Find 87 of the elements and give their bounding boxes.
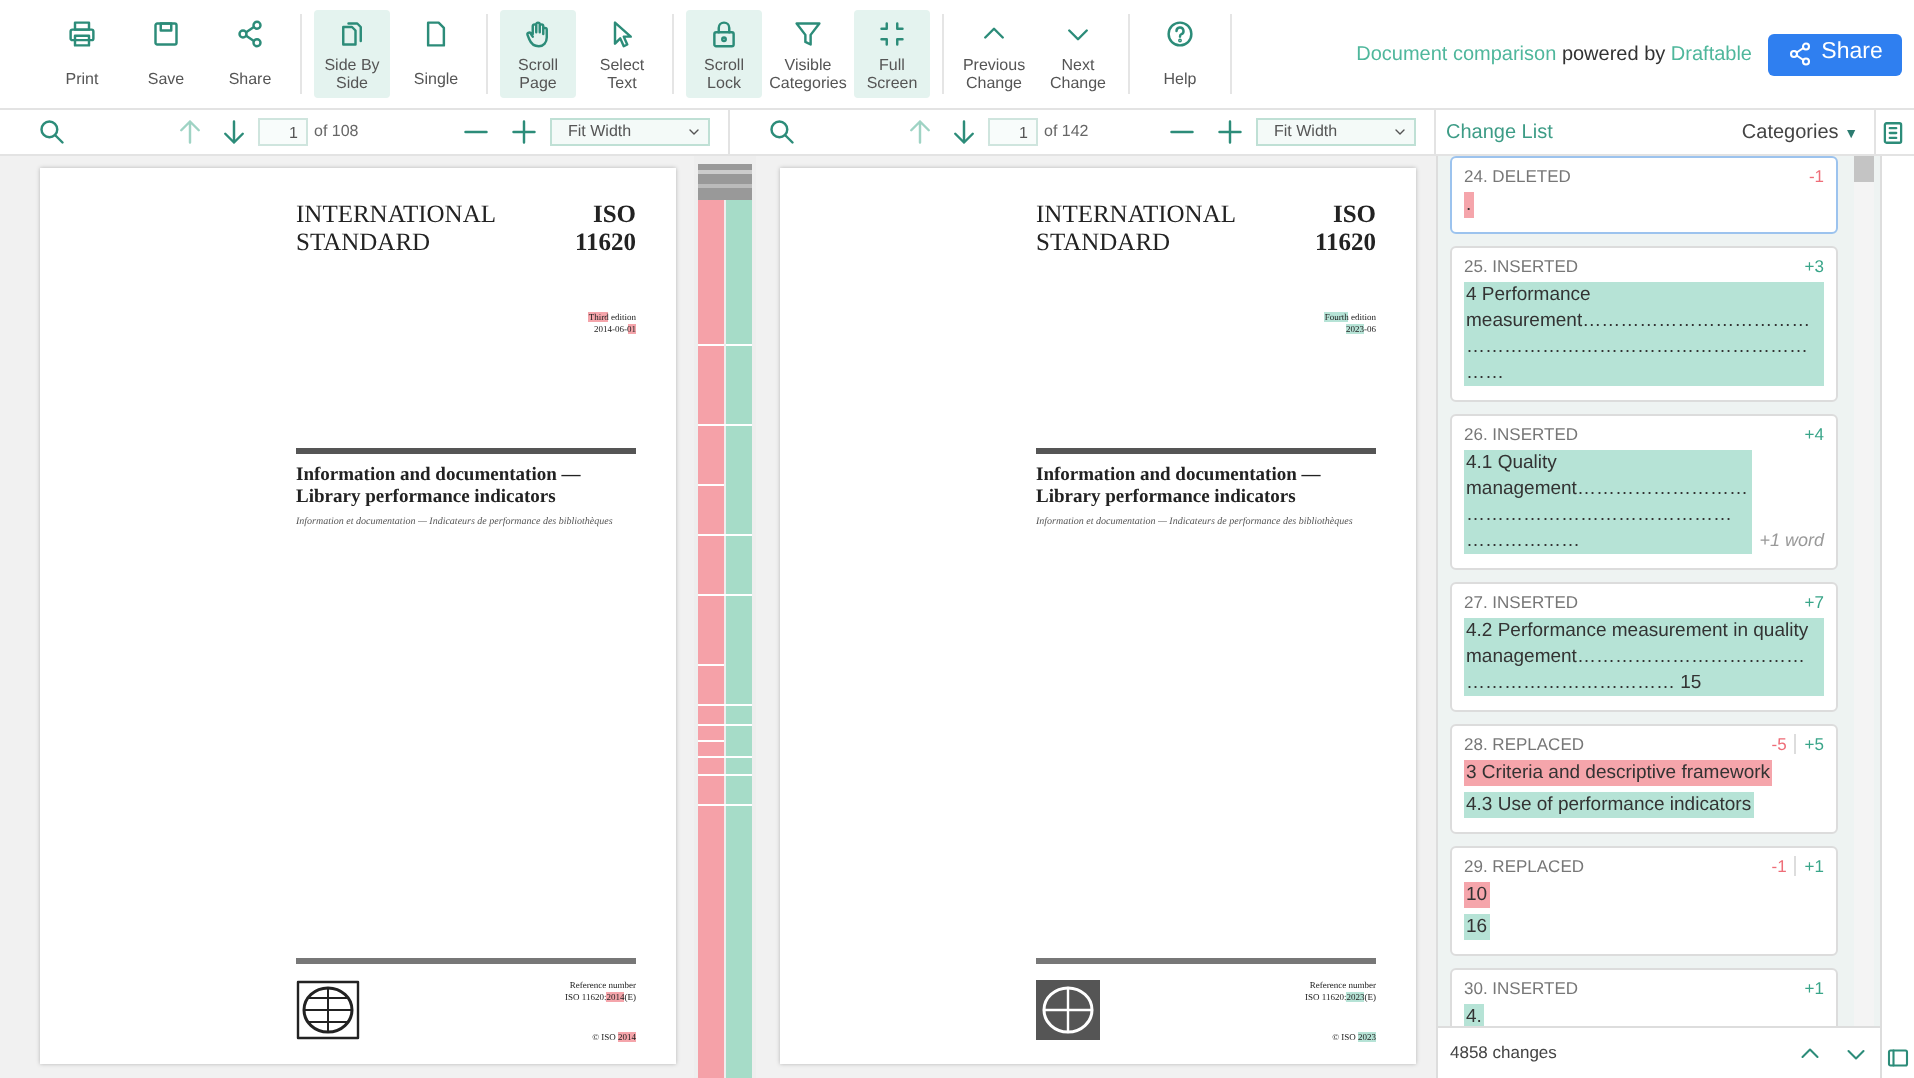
logo-icon <box>1036 980 1100 1040</box>
change-heading: 26. INSERTED <box>1464 424 1579 444</box>
document-title: Information and documentation — Library performance indicators <box>296 466 583 508</box>
page-number-field[interactable]: 1 <box>988 118 1038 146</box>
sidebar-toggle-icon[interactable] <box>1886 1046 1910 1070</box>
arrow-down-icon[interactable] <box>950 118 978 146</box>
page-count: of 142 <box>1044 120 1089 144</box>
arrow-down-icon[interactable] <box>220 118 248 146</box>
inserted-text: 4. <box>1464 1004 1484 1026</box>
inserted-count: +1 <box>1804 978 1824 998</box>
inserted-count: +7 <box>1804 592 1824 612</box>
document-icon <box>422 20 450 48</box>
document-heading: INTERNATIONAL STANDARD <box>1036 200 1236 256</box>
panel-title: Change List <box>1446 119 1553 147</box>
inserted-count: +4 <box>1804 424 1824 444</box>
inserted-count: +5 <box>1804 734 1824 754</box>
branding-text: Document comparison powered by Draftable <box>1356 41 1752 69</box>
change-card[interactable]: 29. REPLACED -1 +1 10 16 <box>1450 846 1838 956</box>
change-note: +1 word <box>1759 528 1824 554</box>
change-card[interactable]: 24. DELETED -1 . <box>1450 156 1838 234</box>
inserted-count: +1 <box>1804 856 1824 876</box>
chevron-down-icon <box>686 124 702 140</box>
chevron-down-icon <box>1392 124 1408 140</box>
standard-number: ISO 11620 <box>1314 200 1376 256</box>
share-icon <box>236 20 264 48</box>
change-card[interactable]: 27. INSERTED +7 4.2 Performance measurement in quality management…………………………………………………………… 15 <box>1450 582 1838 712</box>
change-heading: 27. INSERTED <box>1464 592 1579 612</box>
change-count: 4858 changes <box>1450 1040 1557 1066</box>
inserted-text: 4.2 Performance measurement in quality management…………………………………………………………… 15 <box>1464 618 1824 696</box>
change-heading: 24. DELETED <box>1464 166 1571 186</box>
toolbar-button[interactable]: Save <box>128 10 204 98</box>
filter-icon <box>794 20 822 48</box>
zoom-dropdown[interactable]: Fit Width <box>550 118 710 146</box>
printer-icon <box>68 20 96 48</box>
search-icon[interactable] <box>38 118 66 146</box>
change-card[interactable]: 30. INSERTED +1 4. <box>1450 968 1838 1026</box>
deleted-text: . <box>1464 192 1474 218</box>
collapse-arrows-icon <box>878 20 906 48</box>
zoom-in-icon[interactable] <box>510 118 538 146</box>
page-number-field[interactable]: 1 <box>258 118 308 146</box>
change-heading: 25. INSERTED <box>1464 256 1579 276</box>
share-button[interactable]: Share <box>1768 33 1902 75</box>
deleted-count: -5 <box>1771 734 1787 754</box>
padlock-icon <box>710 20 738 48</box>
cursor-icon <box>608 20 636 48</box>
change-heading: 28. REPLACED <box>1464 734 1584 754</box>
inserted-text: 16 <box>1464 914 1490 940</box>
toolbar-button[interactable]: Scroll Page <box>500 10 576 98</box>
document-list-icon[interactable] <box>1880 119 1906 145</box>
scrollbar[interactable] <box>1854 156 1874 1026</box>
document-heading: INTERNATIONAL STANDARD <box>296 200 496 256</box>
toolbar-button[interactable]: Single <box>398 10 474 98</box>
help-icon <box>1166 20 1194 48</box>
toolbar-button[interactable]: Share <box>212 10 288 98</box>
zoom-in-icon[interactable] <box>1216 118 1244 146</box>
standard-number: ISO 11620 <box>574 200 636 256</box>
deleted-text: 10 <box>1464 882 1490 908</box>
change-card[interactable]: 26. INSERTED +4 4.1 Quality management…………………………………………………………………………… +1 word <box>1450 414 1838 570</box>
change-map-drawing[interactable] <box>698 164 752 1078</box>
toolbar-button[interactable]: Side By Side <box>314 10 390 98</box>
toolbar-button[interactable]: Help <box>1142 10 1218 98</box>
page-count: of 108 <box>314 120 359 144</box>
document-title: Information and documentation — Library performance indicators <box>1036 466 1323 508</box>
deleted-text: 3 Criteria and descriptive framework <box>1464 760 1773 786</box>
zoom-dropdown[interactable]: Fit Width <box>1256 118 1416 146</box>
deleted-count: -1 <box>1771 856 1787 876</box>
inserted-text: 4.3 Use of performance indicators <box>1464 792 1754 818</box>
change-card[interactable]: 28. REPLACED -5 +5 3 Criteria and descriptive framework 4.3 Use of performance indicators <box>1450 724 1838 834</box>
hand-icon <box>524 20 552 48</box>
toolbar-button[interactable]: Next Change <box>1040 10 1116 98</box>
change-heading: 29. REPLACED <box>1464 856 1584 876</box>
deleted-count: -1 <box>1808 166 1824 186</box>
logo-icon <box>296 980 360 1040</box>
toolbar-button[interactable]: Select Text <box>584 10 660 98</box>
toolbar-button[interactable]: Visible Categories <box>770 10 846 98</box>
share-icon <box>1787 42 1812 66</box>
search-icon[interactable] <box>768 118 796 146</box>
change-card[interactable]: 25. INSERTED +3 4 Performance measurement…………………………………………………………………………………… <box>1450 246 1838 402</box>
inserted-count: +3 <box>1804 256 1824 276</box>
documents-icon <box>338 20 366 48</box>
change-heading: 30. INSERTED <box>1464 978 1579 998</box>
toolbar-button[interactable]: Previous Change <box>956 10 1032 98</box>
toolbar-button[interactable]: Full Screen <box>854 10 930 98</box>
inserted-text: 4.1 Quality management…………………………………………………………………………… <box>1464 450 1752 554</box>
toolbar-button[interactable]: Print <box>44 10 120 98</box>
toolbar-button[interactable]: Scroll Lock <box>686 10 762 98</box>
inserted-text: 4 Performance measurement…………………………………………………………………………………… <box>1464 282 1824 386</box>
